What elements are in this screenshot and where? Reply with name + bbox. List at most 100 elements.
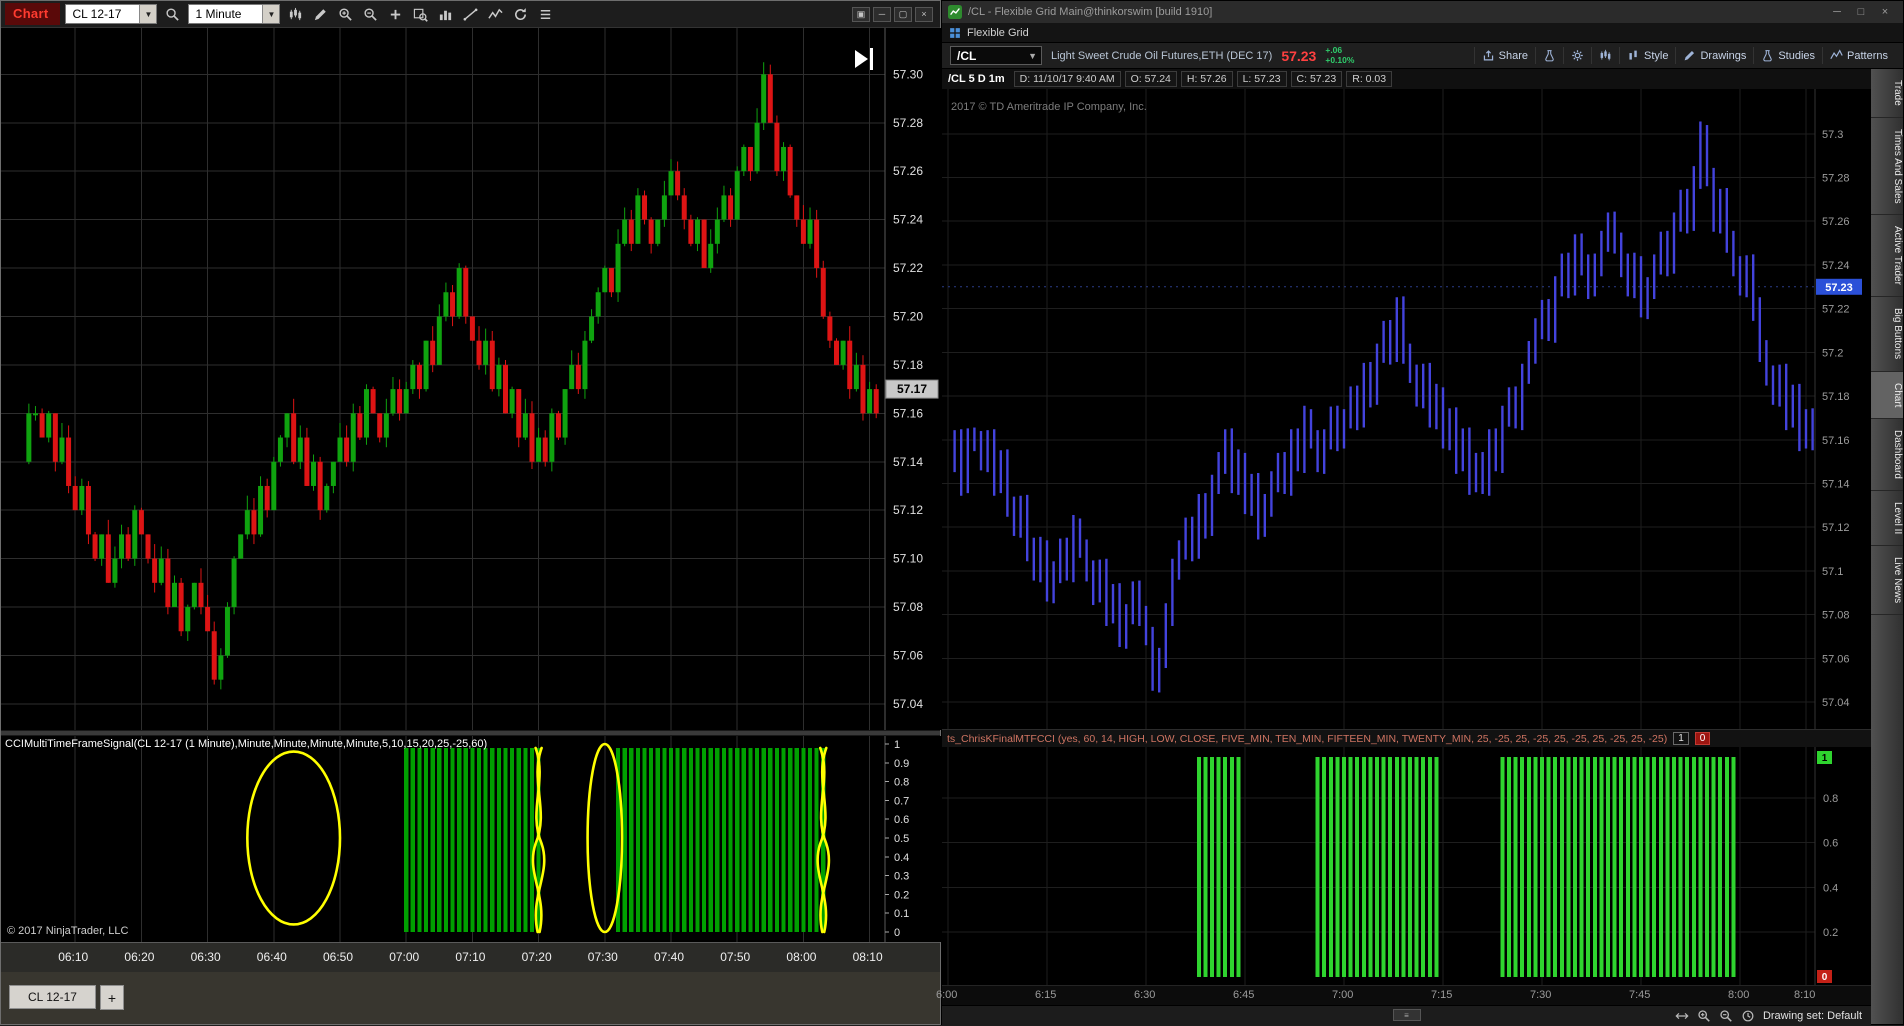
share-button[interactable]: Share bbox=[1473, 47, 1535, 64]
tos-indicator-header: ts_ChrisKFinalMTFCCI (yes, 60, 14, HIGH,… bbox=[942, 729, 1871, 747]
tos-tab-strip: Flexible Grid bbox=[942, 23, 1903, 43]
chevron-down-icon[interactable]: ▼ bbox=[139, 5, 157, 23]
tests-button[interactable] bbox=[1535, 47, 1563, 64]
flask-icon bbox=[1543, 49, 1556, 62]
sidebar-item-dashboard[interactable]: Dashboard bbox=[1871, 419, 1903, 491]
close-button[interactable]: × bbox=[1873, 3, 1897, 21]
splitter-grip[interactable]: ≡ bbox=[1392, 1009, 1421, 1021]
nt-tab-bar: CL 12-17 + bbox=[1, 972, 940, 1024]
x-axis-label: 07:10 bbox=[455, 950, 486, 964]
minimize-button[interactable]: ─ bbox=[1825, 3, 1849, 21]
svg-text:57.17: 57.17 bbox=[897, 382, 927, 396]
x-axis-label: 07:50 bbox=[720, 950, 751, 964]
minimize-button[interactable]: ─ bbox=[873, 6, 891, 22]
sidebar-item-level-ii[interactable]: Level II bbox=[1871, 491, 1903, 547]
studies-button[interactable]: Studies bbox=[1753, 47, 1822, 64]
svg-text:0.9: 0.9 bbox=[894, 758, 909, 770]
flexible-grid-tab[interactable]: Flexible Grid bbox=[967, 27, 1029, 39]
interval-select[interactable]: 1 Minute ▼ bbox=[188, 4, 281, 24]
tos-copyright: 2017 © TD Ameritrade IP Company, Inc. bbox=[951, 101, 1147, 113]
maximize-button[interactable]: ▢ bbox=[894, 6, 912, 22]
drawings-button[interactable]: Drawings bbox=[1675, 47, 1753, 64]
chart-tab[interactable]: Chart bbox=[5, 3, 61, 25]
tos-chart-column: /CL 5 D 1m D: 11/10/17 9:40 AM O: 57.24 H:… bbox=[936, 69, 1871, 1026]
clock-icon[interactable] bbox=[1741, 1009, 1756, 1024]
svg-text:0.4: 0.4 bbox=[1823, 882, 1838, 894]
candles-icon[interactable] bbox=[285, 4, 306, 25]
x-axis-label: 7:45 bbox=[1629, 989, 1651, 1001]
svg-text:0.7: 0.7 bbox=[894, 795, 909, 807]
pencil-icon bbox=[1683, 49, 1696, 62]
ohlc-chip: H: 57.26 bbox=[1180, 71, 1233, 87]
zigzag-icon[interactable] bbox=[485, 4, 506, 25]
x-axis-label: 7:30 bbox=[1530, 989, 1552, 1001]
desktop: Chart CL 12-17 ▼ 1 Minute ▼ ▣ ─ ▢ × 57.30 57… bbox=[0, 0, 1904, 1026]
add-tab-button[interactable]: + bbox=[99, 985, 124, 1010]
sidebar-item-big-buttons[interactable]: Big Buttons bbox=[1871, 297, 1903, 372]
chart-bottom-tab[interactable]: CL 12-17 bbox=[9, 985, 96, 1009]
ohlc-row: /CL 5 D 1m D: 11/10/17 9:40 AM O: 57.24 H:… bbox=[942, 69, 1871, 89]
svg-text:57.24: 57.24 bbox=[893, 213, 923, 227]
arrows-icon[interactable] bbox=[1675, 1009, 1690, 1024]
zoom-in-icon[interactable] bbox=[1697, 1009, 1712, 1024]
nt-price-chart[interactable]: 57.30 57.28 57.26 57.24 57.22 57.20 57.18 57.16… bbox=[1, 28, 942, 730]
close-button[interactable]: × bbox=[915, 6, 933, 22]
sidebar-item-active-trader[interactable]: Active Trader bbox=[1871, 215, 1903, 298]
svg-text:57.12: 57.12 bbox=[893, 503, 923, 517]
style-icon bbox=[1627, 49, 1640, 62]
indicator-high-chip: 1 bbox=[1673, 732, 1689, 745]
svg-text:0: 0 bbox=[894, 927, 900, 939]
style-button[interactable]: Style bbox=[1619, 47, 1675, 64]
svg-text:1: 1 bbox=[1822, 753, 1828, 764]
restore-child-button[interactable]: ▣ bbox=[852, 6, 870, 22]
axis-high-chip: 1 bbox=[1817, 751, 1832, 764]
sidebar-item-times-and-sales[interactable]: Times And Sales bbox=[1871, 118, 1903, 216]
chevron-down-icon[interactable]: ▼ bbox=[1028, 51, 1037, 61]
change-percent: +0.10% bbox=[1325, 54, 1355, 65]
zoom-out-icon[interactable] bbox=[360, 4, 381, 25]
chevron-down-icon[interactable]: ▼ bbox=[262, 5, 280, 23]
list-icon[interactable] bbox=[535, 4, 556, 25]
svg-text:0.6: 0.6 bbox=[1823, 838, 1838, 850]
zoom-out-icon[interactable] bbox=[1719, 1009, 1734, 1024]
drawing-set-status[interactable]: Drawing set: Default bbox=[1763, 1010, 1862, 1022]
magnifier-icon[interactable] bbox=[162, 4, 183, 25]
ohlc-chip: L: 57.23 bbox=[1236, 71, 1287, 87]
nt-indicator-chart[interactable]: 1 0.9 0.8 0.7 0.6 0.5 0.4 0.3 0.2 0.1 0 bbox=[1, 736, 942, 942]
axis-low-chip: 0 bbox=[1817, 970, 1832, 983]
candles-icon bbox=[1599, 49, 1612, 62]
plus-icon[interactable] bbox=[385, 4, 406, 25]
tos-title-bar: /CL - Flexible Grid Main@thinkorswim [bu… bbox=[942, 1, 1903, 23]
svg-text:57.08: 57.08 bbox=[1822, 610, 1850, 622]
settings-button[interactable] bbox=[1563, 47, 1591, 64]
region-magnifier-icon[interactable] bbox=[410, 4, 431, 25]
x-axis-label: 7:00 bbox=[1332, 989, 1354, 1001]
sidebar-item-chart[interactable]: Chart bbox=[1871, 371, 1903, 419]
zoom-in-icon[interactable] bbox=[335, 4, 356, 25]
symbol-input[interactable]: /CL ▼ bbox=[950, 46, 1042, 65]
tos-indicator-chart[interactable]: 0.8 0.6 0.4 0.2 1 0 bbox=[942, 747, 1871, 985]
svg-text:57.26: 57.26 bbox=[1822, 216, 1850, 228]
tos-price-chart[interactable]: 57.3 57.28 57.26 57.24 57.22 57.2 57.18 57.16 57… bbox=[942, 89, 1871, 729]
sidebar-item-live-news[interactable]: Live News bbox=[1871, 546, 1903, 616]
svg-text:57.3: 57.3 bbox=[1822, 129, 1843, 141]
symbol-input-value: /CL bbox=[957, 48, 977, 63]
pencil-icon[interactable] bbox=[310, 4, 331, 25]
ninjatrader-window: Chart CL 12-17 ▼ 1 Minute ▼ ▣ ─ ▢ × 57.30 57… bbox=[0, 0, 942, 1025]
trend-icon[interactable] bbox=[460, 4, 481, 25]
x-axis-label: 06:50 bbox=[323, 950, 354, 964]
svg-text:57.26: 57.26 bbox=[893, 164, 923, 178]
symbol-select[interactable]: CL 12-17 ▼ bbox=[65, 4, 158, 24]
refresh-icon[interactable] bbox=[510, 4, 531, 25]
histogram-icon[interactable] bbox=[435, 4, 456, 25]
patterns-button[interactable]: Patterns bbox=[1822, 47, 1895, 64]
svg-text:0.3: 0.3 bbox=[894, 871, 909, 883]
sidebar-item-trade[interactable]: Trade bbox=[1871, 69, 1903, 118]
ohlc-chip: D: 11/10/17 9:40 AM bbox=[1013, 71, 1121, 87]
indicator-label: CCIMultiTimeFrameSignal(CL 12-17 (1 Minu… bbox=[5, 738, 488, 750]
maximize-button[interactable]: □ bbox=[1849, 3, 1873, 21]
tos-time-axis: 6:00 6:15 6:30 6:45 7:00 7:15 7:30 7:45 8:00 8:10 bbox=[936, 985, 1871, 1005]
chart-mode-button[interactable] bbox=[1591, 47, 1619, 64]
svg-text:57.04: 57.04 bbox=[1822, 697, 1850, 709]
x-axis-label: 07:40 bbox=[654, 950, 685, 964]
